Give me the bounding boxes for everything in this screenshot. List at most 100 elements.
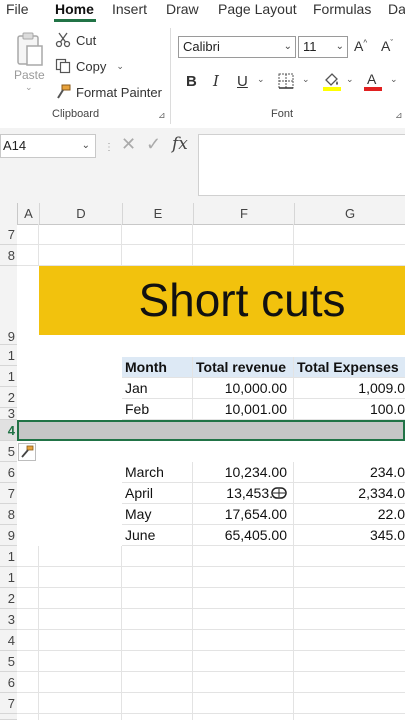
bold-button[interactable]: B [186, 70, 197, 92]
tab-page-layout[interactable]: Page Layout [218, 1, 297, 17]
row-header[interactable]: 1 [0, 546, 17, 567]
row-header[interactable]: 8 [0, 245, 17, 266]
borders-dropdown-icon[interactable]: ⌄ [302, 74, 310, 85]
revenue-cell[interactable]: 17,654.00 [193, 504, 294, 525]
row-header[interactable]: 5 [0, 651, 17, 672]
month-cell[interactable]: April [122, 483, 193, 504]
row-header[interactable]: 6 [0, 672, 17, 693]
tab-data[interactable]: Da [388, 1, 405, 17]
row-header[interactable]: 4 [0, 630, 17, 651]
column-headers: A D E F G [0, 203, 405, 225]
column-header-d[interactable]: D [39, 203, 122, 224]
insert-options-button[interactable] [18, 443, 36, 461]
row-header[interactable]: 1 [0, 366, 17, 387]
row-header[interactable]: 9 [0, 525, 17, 546]
paint-bucket-icon [323, 73, 341, 91]
tab-formulas[interactable]: Formulas [313, 1, 371, 17]
group-separator [170, 28, 171, 124]
cancel-icon[interactable]: ✕ [121, 134, 136, 155]
row-header[interactable]: 7 [0, 483, 17, 504]
expenses-cell[interactable]: 345.0 [294, 525, 405, 546]
empty-cells-area[interactable] [17, 546, 405, 720]
page-title: Short cuts [138, 274, 346, 326]
expenses-cell[interactable]: 234.0 [294, 462, 405, 483]
row-header[interactable]: 8 [0, 504, 17, 525]
header-cell-expenses[interactable]: Total Expenses [294, 357, 405, 378]
month-cell[interactable]: Jan [122, 378, 193, 399]
row-header[interactable]: 2 [0, 588, 17, 609]
revenue-cell[interactable]: 10,000.00 [193, 378, 294, 399]
paintbrush-icon [21, 445, 34, 458]
font-color-dropdown-icon[interactable]: ⌄ [390, 74, 398, 85]
paste-button-label[interactable]: Paste [14, 68, 45, 82]
selected-row-14[interactable] [17, 420, 405, 441]
underline-dropdown-icon[interactable]: ⌄ [257, 74, 265, 85]
borders-button[interactable] [278, 70, 294, 92]
row-header[interactable]: 1 [0, 345, 17, 366]
row-header[interactable]: 8 [0, 714, 17, 720]
formula-input[interactable] [198, 134, 405, 196]
expenses-cell[interactable]: 2,334.0 [294, 483, 405, 504]
paste-icon[interactable] [14, 32, 44, 68]
row-header[interactable]: 1 [0, 567, 17, 588]
shrink-font-button[interactable]: Aˇ [381, 38, 393, 54]
name-box-value: A14 [3, 138, 27, 153]
underline-button[interactable]: U [237, 70, 248, 92]
revenue-cell[interactable]: 10,001.00 [193, 399, 294, 420]
month-cell[interactable]: March [122, 462, 193, 483]
font-size-value: 11 [303, 39, 317, 54]
name-box[interactable]: A14 ⌄ [0, 134, 96, 158]
column-header-e[interactable]: E [122, 203, 193, 224]
header-cell-revenue[interactable]: Total revenue [193, 357, 294, 378]
row-header[interactable]: 9 [0, 266, 17, 345]
column-header-f[interactable]: F [193, 203, 294, 224]
row-header[interactable]: 3 [0, 408, 17, 420]
expenses-cell[interactable]: 22.0 [294, 504, 405, 525]
format-painter-button[interactable]: Format Painter [54, 82, 162, 102]
tab-insert[interactable]: Insert [112, 1, 147, 17]
move-cursor-icon [271, 487, 287, 499]
borders-icon [278, 73, 294, 89]
expenses-cell[interactable]: 100.0 [294, 399, 405, 420]
scissors-icon [54, 31, 72, 49]
column-header-a[interactable]: A [17, 203, 39, 224]
title-banner[interactable]: Short cuts [39, 266, 405, 335]
header-cell-month[interactable]: Month [122, 357, 193, 378]
row-header[interactable]: 7 [0, 224, 17, 245]
column-header-g[interactable]: G [294, 203, 405, 224]
row-header[interactable]: 2 [0, 387, 17, 408]
worksheet-grid: 7 8 9 1 1 2 3 4 5 6 7 8 9 1 1 2 3 4 5 6 … [0, 224, 405, 720]
fill-color-dropdown-icon[interactable]: ⌄ [346, 74, 354, 85]
row-header[interactable]: 7 [0, 693, 17, 714]
font-name-select[interactable]: Calibri ⌄ [178, 36, 296, 58]
paste-dropdown-icon[interactable]: ⌄ [25, 82, 33, 93]
row-header[interactable]: 6 [0, 462, 17, 483]
font-launcher-icon[interactable]: ⊿ [395, 110, 403, 121]
row-header-selected[interactable]: 4 [0, 420, 17, 441]
month-cell[interactable]: Feb [122, 399, 193, 420]
month-cell[interactable]: June [122, 525, 193, 546]
tab-file[interactable]: File [6, 1, 29, 17]
italic-button[interactable]: I [213, 70, 219, 92]
enter-check-icon[interactable]: ✓ [146, 134, 161, 155]
clipboard-launcher-icon[interactable]: ⊿ [158, 110, 166, 121]
expenses-cell[interactable]: 1,009.0 [294, 378, 405, 399]
font-size-select[interactable]: 11 ⌄ [298, 36, 348, 58]
font-group-label: Font [271, 108, 294, 120]
cut-button[interactable]: Cut [54, 30, 96, 50]
copy-dropdown-icon[interactable]: ⌄ [116, 61, 124, 72]
month-cell[interactable]: May [122, 504, 193, 525]
row-header[interactable]: 3 [0, 609, 17, 630]
font-color-button[interactable]: A [364, 70, 382, 92]
revenue-cell[interactable]: 65,405.00 [193, 525, 294, 546]
tab-home[interactable]: Home [55, 1, 94, 17]
row-header[interactable]: 5 [0, 441, 17, 462]
upper-empty-cells[interactable] [17, 224, 405, 266]
insert-function-button[interactable]: fx [172, 134, 188, 154]
tab-draw[interactable]: Draw [166, 1, 199, 17]
fill-color-button[interactable] [322, 70, 342, 92]
revenue-cell[interactable]: 10,234.00 [193, 462, 294, 483]
grow-font-button[interactable]: A^ [354, 38, 367, 54]
resize-handle-icon[interactable]: ⋮ [104, 142, 114, 153]
copy-button[interactable]: Copy ⌄ [54, 56, 124, 76]
